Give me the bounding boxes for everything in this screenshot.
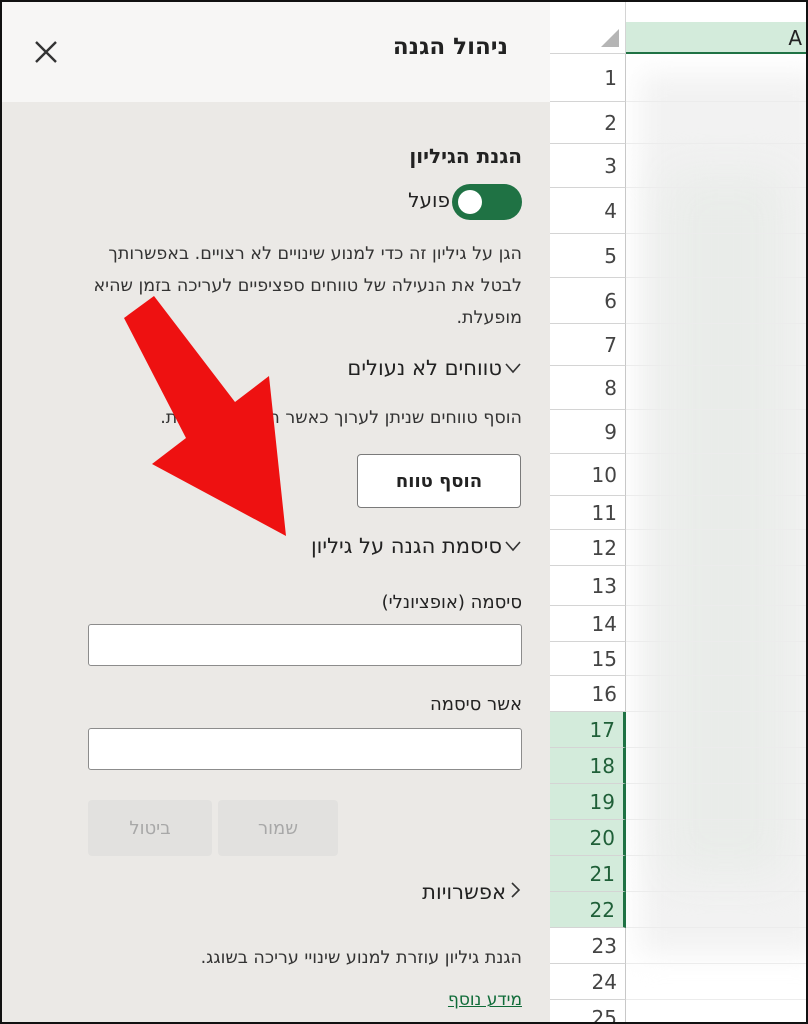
unlocked-ranges-expander[interactable]: טווחים לא נעולים bbox=[347, 356, 522, 380]
options-label: אפשרויות bbox=[422, 880, 506, 904]
row-header[interactable]: 9 bbox=[550, 410, 626, 454]
row-header[interactable]: 21 bbox=[550, 856, 626, 892]
row-header[interactable]: 1 bbox=[550, 54, 626, 102]
row-header[interactable]: 17 bbox=[550, 712, 626, 748]
cell-gridline bbox=[626, 495, 806, 496]
cell-gridline bbox=[626, 529, 806, 530]
row-header[interactable]: 20 bbox=[550, 820, 626, 856]
cell-gridline bbox=[626, 453, 806, 454]
cell-gridline bbox=[626, 927, 806, 928]
spreadsheet-grid: A 1 2 3 4 5 6 7 8 9 10 11 12 13 14 15 16 17 18 19 20 21 22 23 2… bbox=[550, 2, 806, 1022]
row-header[interactable]: 16 bbox=[550, 676, 626, 712]
cell-gridline bbox=[626, 187, 806, 188]
row-header[interactable]: 24 bbox=[550, 964, 626, 1000]
chevron-down-icon bbox=[504, 356, 522, 380]
cell-gridline bbox=[626, 101, 806, 102]
row-header[interactable]: 2 bbox=[550, 102, 626, 144]
cell-gridline bbox=[626, 409, 806, 410]
cell-gridline bbox=[626, 783, 806, 784]
row-header[interactable]: 10 bbox=[550, 454, 626, 496]
sheet-password-label: סיסמת הגנה על גיליון bbox=[310, 534, 502, 558]
confirm-password-label: אשר סיסמה bbox=[429, 694, 522, 715]
chevron-right-icon bbox=[508, 880, 522, 904]
cell-gridline bbox=[626, 565, 806, 566]
password-label: סיסמה (אופציונלי) bbox=[381, 592, 522, 613]
row-header[interactable]: 8 bbox=[550, 366, 626, 410]
cell-gridline bbox=[626, 963, 806, 964]
row-header[interactable]: 7 bbox=[550, 324, 626, 366]
row-header[interactable]: 18 bbox=[550, 748, 626, 784]
row-header[interactable]: 4 bbox=[550, 188, 626, 234]
row-header[interactable]: 11 bbox=[550, 496, 626, 530]
row-header[interactable]: 6 bbox=[550, 278, 626, 324]
cell-gridline bbox=[626, 747, 806, 748]
cell-gridline bbox=[626, 855, 806, 856]
select-all-corner[interactable] bbox=[550, 2, 626, 54]
cell-gridline bbox=[626, 605, 806, 606]
row-header[interactable]: 25 bbox=[550, 1000, 626, 1022]
row-header[interactable]: 19 bbox=[550, 784, 626, 820]
cancel-button[interactable]: ביטול bbox=[88, 800, 212, 856]
cell-gridline bbox=[626, 711, 806, 712]
pane-header: ניהול הגנה bbox=[2, 2, 550, 102]
row-headers: 1 2 3 4 5 6 7 8 9 10 11 12 13 14 15 16 17 18 19 20 21 22 23 24 2… bbox=[550, 54, 626, 1022]
cell-gridline bbox=[626, 675, 806, 676]
sheet-protection-title: הגנת הגיליון bbox=[409, 144, 522, 168]
save-button[interactable]: שמור bbox=[218, 800, 338, 856]
manage-protection-pane: ניהול הגנה הגנת הגיליון פועל הגן על גילי… bbox=[2, 2, 550, 1022]
select-all-icon bbox=[601, 29, 619, 47]
footnote-text: הגנת גיליון עוזרת למנוע שינויי עריכה בשו… bbox=[200, 948, 522, 968]
cell-gridline bbox=[626, 819, 806, 820]
row-header[interactable]: 3 bbox=[550, 144, 626, 188]
cell-gridline bbox=[626, 143, 806, 144]
cell-gridline bbox=[626, 277, 806, 278]
cell-gridline bbox=[626, 999, 806, 1000]
column-label: A bbox=[788, 26, 802, 50]
sheet-password-expander[interactable]: סיסמת הגנה על גיליון bbox=[311, 534, 522, 558]
cell-gridline bbox=[626, 641, 806, 642]
learn-more-link[interactable]: מידע נוסף bbox=[448, 990, 522, 1010]
row-header[interactable]: 12 bbox=[550, 530, 626, 566]
close-icon[interactable] bbox=[32, 38, 60, 66]
cells-area[interactable] bbox=[626, 54, 806, 1022]
row-header[interactable]: 23 bbox=[550, 928, 626, 964]
unlocked-ranges-label: טווחים לא נעולים bbox=[347, 356, 502, 380]
row-header[interactable]: 14 bbox=[550, 606, 626, 642]
cell-gridline bbox=[626, 323, 806, 324]
row-header[interactable]: 15 bbox=[550, 642, 626, 676]
protect-sheet-toggle[interactable] bbox=[452, 184, 522, 220]
cell-gridline bbox=[626, 233, 806, 234]
row-header[interactable]: 22 bbox=[550, 892, 626, 928]
sheet-protection-description: הגן על גיליון זה כדי למנוע שינויים לא רצ… bbox=[93, 244, 522, 328]
toggle-label: פועל bbox=[408, 188, 450, 212]
pane-title: ניהול הגנה bbox=[392, 34, 508, 60]
unlocked-ranges-hint: הוסף טווחים שניתן לערוך כאשר ההגנה מופעל… bbox=[160, 408, 522, 428]
cell-gridline bbox=[626, 365, 806, 366]
column-header-a[interactable]: A bbox=[626, 22, 806, 54]
password-field[interactable] bbox=[88, 624, 522, 666]
confirm-password-field[interactable] bbox=[88, 728, 522, 770]
blurred-content bbox=[666, 174, 786, 874]
chevron-down-icon bbox=[504, 534, 522, 558]
add-range-button[interactable]: הוסף טווח bbox=[357, 454, 521, 508]
toggle-knob bbox=[458, 190, 482, 214]
options-expander[interactable]: אפשרויות bbox=[422, 880, 522, 904]
row-header[interactable]: 13 bbox=[550, 566, 626, 606]
cell-gridline bbox=[626, 891, 806, 892]
screenshot-frame: ניהול הגנה הגנת הגיליון פועל הגן על גילי… bbox=[0, 0, 808, 1024]
row-header[interactable]: 5 bbox=[550, 234, 626, 278]
